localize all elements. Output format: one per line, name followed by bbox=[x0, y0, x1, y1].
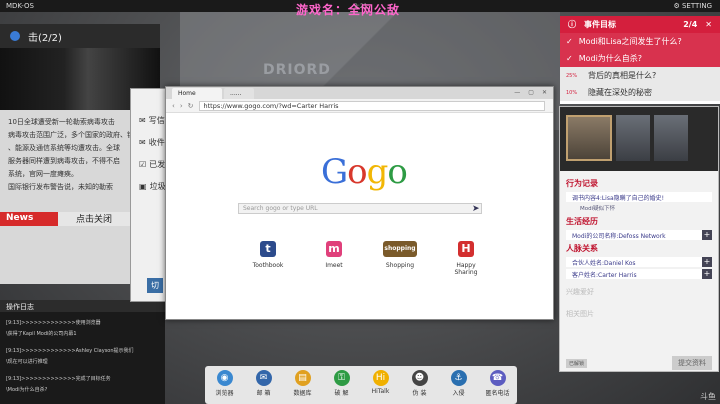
dock-intrude[interactable]: ⚓ 入侵 bbox=[444, 370, 474, 397]
url-bar: ‹ › ↻ https://www.gogo.com/?wd=Carter Ha… bbox=[166, 99, 553, 113]
stream-watermark: 游戏名：全网公敌 bbox=[296, 3, 401, 17]
browser-tabs: Home ...... — ▢ ✕ bbox=[166, 87, 553, 99]
news-footer: News 点击关闭 bbox=[0, 212, 130, 226]
locked-section: 兴趣爱好 bbox=[566, 288, 594, 296]
objective-item[interactable]: 10% 隐藏在深处的秘密 bbox=[560, 84, 720, 101]
dock-anon-call[interactable]: ☎ 匿名电话 bbox=[483, 370, 513, 397]
quick-link-happy-sharing[interactable]: H Happy Sharing bbox=[448, 241, 484, 276]
gogo-logo: Gogo bbox=[321, 152, 408, 192]
hitalk-icon: Hi bbox=[372, 370, 389, 386]
locked-section: 相关图片 bbox=[566, 310, 594, 318]
imeet-icon: m bbox=[326, 241, 342, 257]
tab-secondary[interactable]: ...... bbox=[224, 88, 254, 99]
browser-window: Home ...... — ▢ ✕ ‹ › ↻ https://www.gogo.c… bbox=[165, 86, 554, 320]
objectives-header: ⓘ 事件目标 2/4 ✕ bbox=[560, 16, 720, 33]
dock: ◉ 浏览器 ✉ 邮 箱 ▤ 数据库 ⚿ 破 解 Hi HiTalk ☻ 伪 装 ⚓ 入侵 ☎ 匿… bbox=[205, 366, 517, 404]
dock-hitalk[interactable]: Hi HiTalk bbox=[366, 370, 396, 395]
os-label: MDK-OS bbox=[6, 2, 34, 10]
url-input[interactable]: https://www.gogo.com/?wd=Carter Harris bbox=[198, 100, 545, 111]
plus-icon[interactable]: + bbox=[702, 257, 712, 267]
log-row: \现在可以进行推理 bbox=[6, 359, 48, 365]
log-row: [9:13]>>>>>>>>>>>>>完成了目标任务 bbox=[6, 376, 111, 382]
globe-icon bbox=[10, 31, 20, 41]
check-icon: ✓ bbox=[566, 54, 573, 63]
submit-button[interactable]: 提交资料 bbox=[672, 356, 712, 370]
database-icon: ▤ bbox=[294, 370, 311, 386]
dock-crack[interactable]: ⚿ 破 解 bbox=[327, 370, 357, 397]
quick-links: t Toothbook m Imeet shopping Shopping H Happ… bbox=[250, 241, 484, 276]
section-title: 生活经历 bbox=[566, 217, 598, 226]
back-icon[interactable]: ‹ bbox=[172, 102, 175, 110]
search-input[interactable]: Search gogo or type URL bbox=[238, 203, 482, 214]
log-row: \获得了Kapil Modi的公司内幕1 bbox=[6, 331, 77, 337]
dock-disguise[interactable]: ☻ 伪 装 bbox=[405, 370, 435, 397]
profile-item[interactable]: 合伙人姓名:Daniel Kos + bbox=[566, 257, 712, 267]
quick-link-imeet[interactable]: m Imeet bbox=[316, 241, 352, 276]
log-row: [9:13]>>>>>>>>>>>>>Ashley Clayson提示我们 bbox=[6, 348, 134, 354]
objective-item[interactable]: ✓ Modi为什么自杀? bbox=[560, 50, 720, 67]
plus-icon[interactable]: + bbox=[702, 269, 712, 279]
inbox-icon: ✉ bbox=[139, 137, 146, 147]
trash-icon: ▣ bbox=[139, 181, 147, 191]
hook-icon: ⚓ bbox=[450, 370, 467, 386]
profile-item[interactable]: 客户姓名:Carter Harris + bbox=[566, 269, 712, 279]
mail-switch-button[interactable]: 切 bbox=[147, 278, 163, 293]
news-title: 击(2/2) bbox=[28, 32, 62, 44]
phone-icon: ☎ bbox=[489, 370, 506, 386]
window-controls: — ▢ ✕ bbox=[514, 89, 547, 96]
close-icon[interactable]: ✕ bbox=[542, 89, 547, 96]
quick-link-shopping[interactable]: shopping Shopping bbox=[382, 241, 418, 276]
crack-icon: ⚿ bbox=[333, 370, 350, 386]
minimize-icon[interactable]: — bbox=[514, 89, 520, 96]
news-close-button[interactable]: 点击关闭 bbox=[58, 212, 130, 226]
section-title: 人脉关系 bbox=[566, 244, 598, 253]
settings-button[interactable]: ⚙ SETTING bbox=[673, 2, 712, 10]
profile-footer: 已解锁 提交资料 bbox=[560, 355, 718, 371]
operation-log: 操作日志 [9:13]>>>>>>>>>>>>>使用浏览器 \获得了Kapil … bbox=[0, 300, 165, 404]
event-objectives-panel: ⓘ 事件目标 2/4 ✕ ✓ Modi和Lisa之间发生了什么? ✓ Modi为什么自杀?… bbox=[560, 16, 720, 104]
stream-logo: 斗鱼 bbox=[700, 392, 716, 401]
status-badge: 已解锁 bbox=[566, 358, 588, 368]
sent-icon: ☑ bbox=[139, 159, 147, 169]
forward-icon[interactable]: › bbox=[180, 102, 183, 110]
log-row: \Modi为什么自杀? bbox=[6, 387, 48, 393]
check-icon: ✓ bbox=[566, 37, 573, 46]
browser-icon: ◉ bbox=[216, 370, 233, 386]
alert-icon: ⓘ bbox=[568, 20, 576, 29]
portrait[interactable] bbox=[616, 115, 650, 161]
mail-icon: ✉ bbox=[255, 370, 272, 386]
log-row: [9:13]>>>>>>>>>>>>>使用浏览器 bbox=[6, 320, 101, 326]
map-label-driord: DRIORD bbox=[263, 62, 331, 78]
happy-sharing-icon: H bbox=[458, 241, 474, 257]
tab-home[interactable]: Home bbox=[172, 88, 222, 99]
dock-mail[interactable]: ✉ 邮 箱 bbox=[249, 370, 279, 397]
toothbook-icon: t bbox=[260, 241, 276, 257]
news-header: 击(2/2) bbox=[0, 24, 160, 48]
profile-sections: 行为记录 调书内容4:Lisa隐瞒了自己的婚史! Modi疑似下怀 生活经历 M… bbox=[560, 171, 718, 329]
objective-item[interactable]: ✓ Modi和Lisa之间发生了什么? bbox=[560, 33, 720, 50]
news-tag: News bbox=[0, 212, 58, 226]
portrait-selected[interactable] bbox=[566, 115, 612, 161]
dock-database[interactable]: ▤ 数据库 bbox=[288, 370, 318, 397]
portrait[interactable] bbox=[654, 115, 688, 161]
compose-icon: ✉ bbox=[139, 115, 146, 125]
refresh-icon[interactable]: ↻ bbox=[188, 102, 194, 110]
profile-item[interactable]: 调书内容4:Lisa隐瞒了自己的婚史! bbox=[566, 192, 712, 202]
plus-icon[interactable]: + bbox=[702, 230, 712, 240]
dock-browser[interactable]: ◉ 浏览器 bbox=[210, 370, 240, 397]
objective-item[interactable]: 25% 背后的真相是什么? bbox=[560, 67, 720, 84]
quick-link-toothbook[interactable]: t Toothbook bbox=[250, 241, 286, 276]
cursor-icon: ➤ bbox=[472, 204, 480, 214]
profile-subitem: Modi疑似下怀 bbox=[580, 206, 616, 212]
shopping-icon: shopping bbox=[383, 241, 417, 257]
close-icon[interactable]: ✕ bbox=[705, 20, 712, 29]
profile-item[interactable]: Modi的公司名称:Defoss Network + bbox=[566, 230, 712, 240]
section-title: 行为记录 bbox=[566, 179, 598, 188]
objective-count: 2/4 bbox=[683, 20, 698, 29]
portrait-strip bbox=[560, 107, 718, 171]
maximize-icon[interactable]: ▢ bbox=[528, 89, 534, 96]
profile-panel: 行为记录 调书内容4:Lisa隐瞒了自己的婚史! Modi疑似下怀 生活经历 M… bbox=[559, 106, 719, 372]
disguise-icon: ☻ bbox=[411, 370, 428, 386]
